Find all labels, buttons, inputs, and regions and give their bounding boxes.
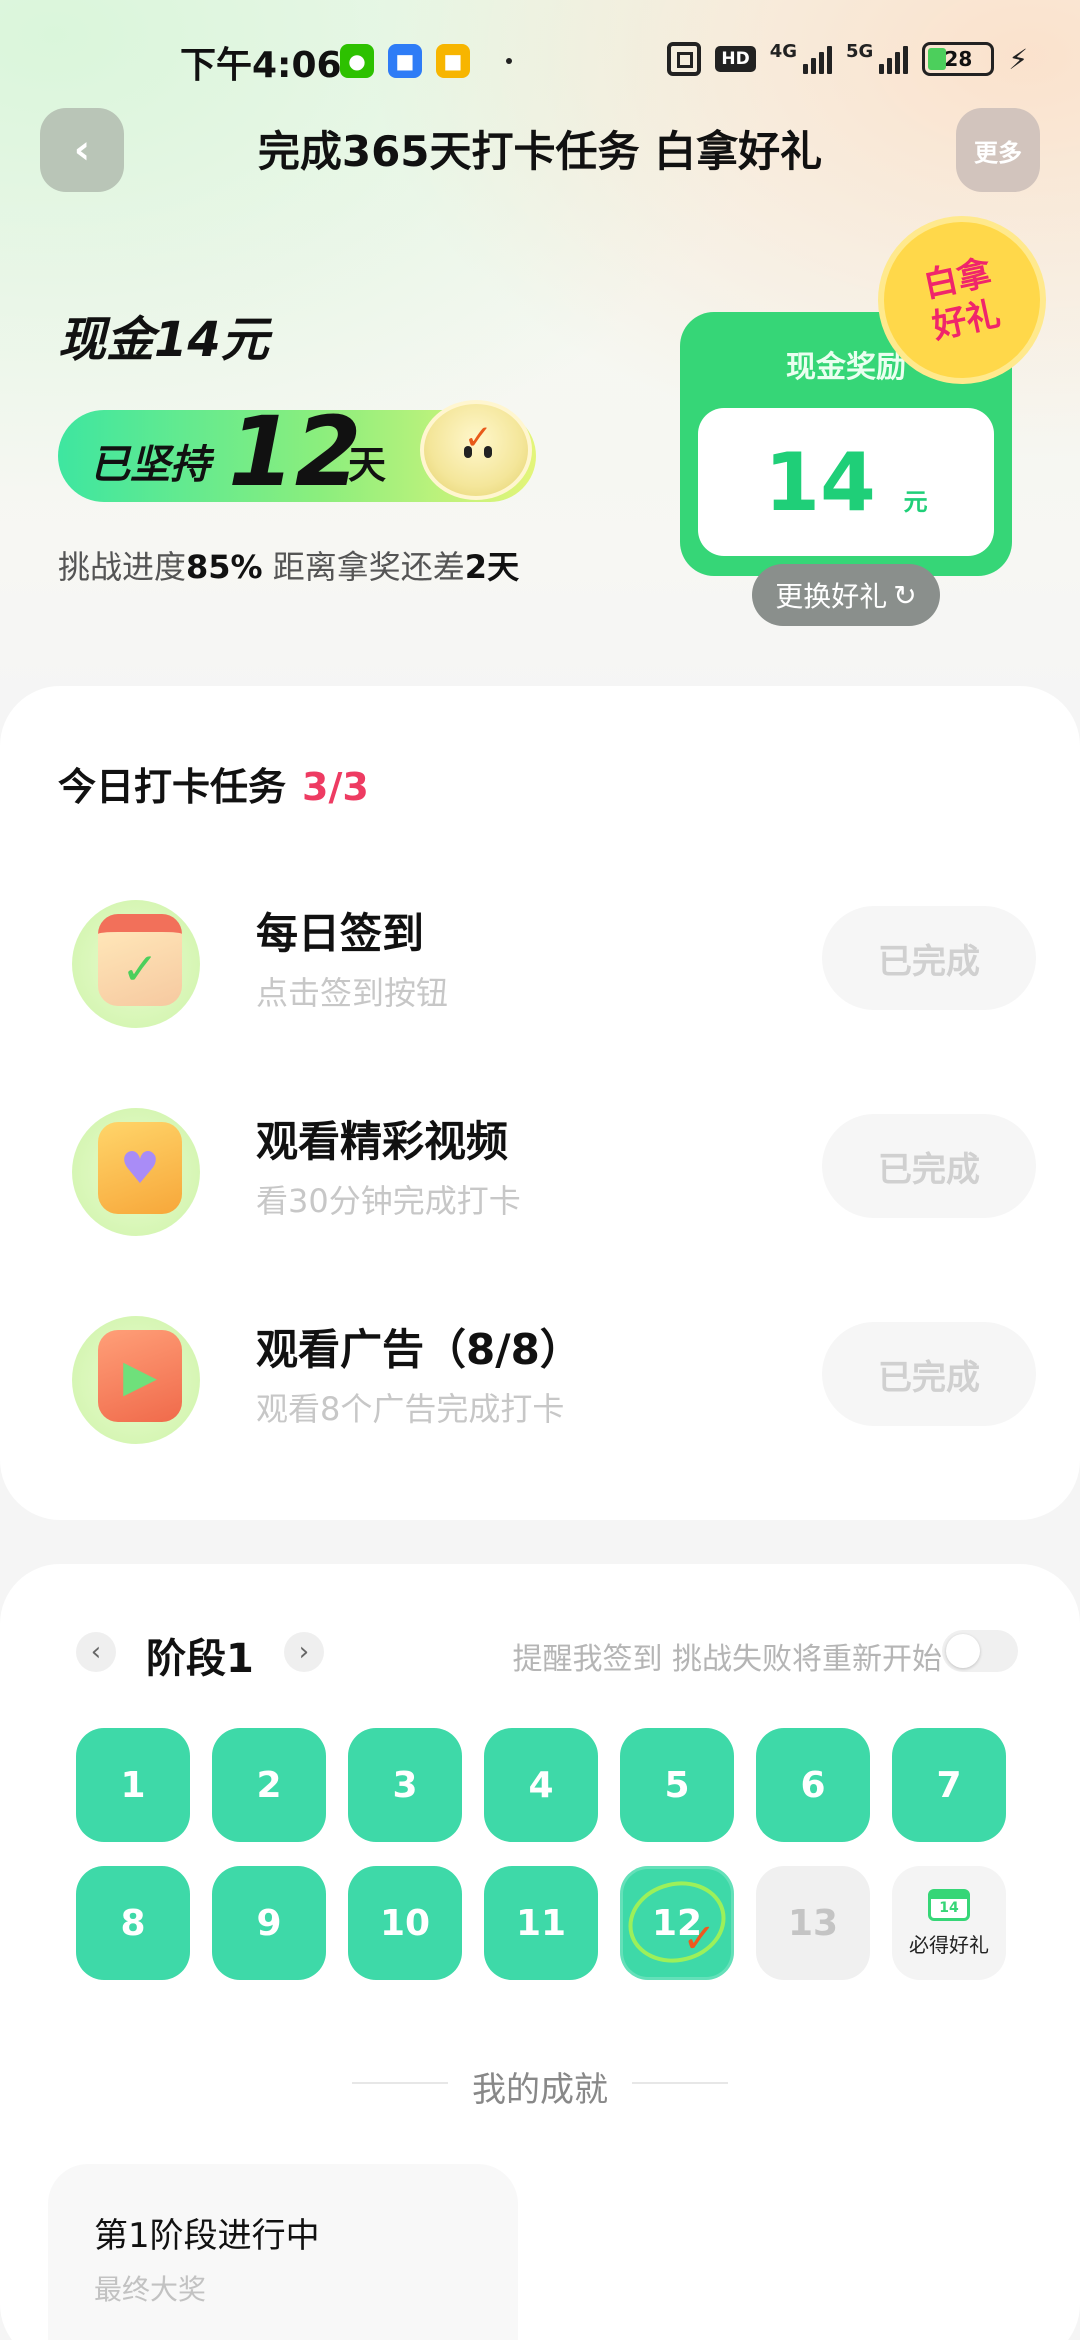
task-row-checkin: ✓ 每日签到 点击签到按钮 已完成 — [0, 886, 1080, 1046]
page-title: 完成365天打卡任务 白拿好礼 — [257, 127, 823, 176]
cash-title: 现金14元 — [58, 312, 269, 368]
achievement-name: 第1阶段进行中 — [94, 2216, 320, 2256]
day-cell[interactable]: 8 — [76, 1866, 190, 1980]
day-cell[interactable]: 1 — [76, 1728, 190, 1842]
task-title: 观看精彩视频 — [256, 1117, 509, 1166]
more-button[interactable]: 更多 — [956, 108, 1040, 192]
day-cell[interactable]: 5 — [620, 1728, 734, 1842]
reward-value: 14 元 — [698, 436, 994, 529]
day-cell-today[interactable]: 12 ✓ — [619, 1866, 735, 1980]
day-cell[interactable]: 3 — [348, 1728, 462, 1842]
streak-unit: 天 — [348, 443, 387, 487]
play-icon: ▶ — [98, 1330, 182, 1422]
day-cell[interactable]: 6 — [756, 1728, 870, 1842]
toggle-knob — [946, 1634, 980, 1668]
stage-name: 阶段1 — [146, 1636, 254, 1682]
task-row-ad: ▶ 观看广告（8/8） 观看8个广告完成打卡 已完成 — [0, 1302, 1080, 1462]
notification-icons: ● ■ ■ — [340, 44, 512, 78]
progress-prefix: 挑战进度 — [58, 548, 187, 586]
day-cell[interactable]: 11 — [484, 1866, 598, 1980]
charging-icon: ⚡ — [1008, 42, 1028, 76]
achievement-subtitle: 最终大奖 — [94, 2273, 207, 2306]
reward-inner: 14 元 — [698, 408, 994, 556]
stage-prev-button[interactable]: ‹ — [76, 1632, 116, 1672]
checkin-page: 下午4:06 ● ■ ■ HD 4G 5G 28 ⚡ ‹ 完成365天打卡任务 … — [0, 0, 1080, 2340]
day-cell-gift[interactable]: 14 必得好礼 — [892, 1866, 1006, 1980]
app-blue-icon: ■ — [388, 44, 422, 78]
task-title: 观看广告（8/8） — [256, 1325, 582, 1374]
status-right: HD 4G 5G 28 ⚡ — [667, 40, 1028, 76]
day-grid: 1 2 3 4 5 6 7 8 9 10 11 12 ✓ 13 14 必得好礼 — [76, 1728, 1006, 1980]
swap-gift-label: 更换好礼 — [775, 580, 888, 613]
video-heart-icon: ♥ — [98, 1122, 182, 1214]
stage-next-button[interactable]: › — [284, 1632, 324, 1672]
divider-right — [632, 2082, 728, 2084]
reward-amount: 14 — [764, 436, 876, 529]
ad-icon: ▶ — [72, 1316, 200, 1444]
day-cell[interactable]: 9 — [212, 1866, 326, 1980]
tasks-header: 今日打卡任务 3/3 — [58, 756, 369, 811]
task-subtitle: 观看8个广告完成打卡 — [256, 1390, 565, 1428]
tasks-count: 3/3 — [302, 765, 369, 809]
day-cell[interactable]: 4 — [484, 1728, 598, 1842]
refresh-icon: ↻ — [893, 578, 917, 612]
task-row-video: ♥ 观看精彩视频 看30分钟完成打卡 已完成 — [0, 1094, 1080, 1254]
battery-level: 28 — [944, 47, 973, 71]
network-4g-label: 4G — [769, 40, 798, 62]
chevron-left-icon: ‹ — [90, 1637, 102, 1667]
remind-text: 提醒我签到 挑战失败将重新开始 — [512, 1642, 942, 1677]
more-notifications-dot — [506, 58, 512, 64]
gift-date: 14 — [939, 1900, 959, 1916]
calendar-icon: ✓ — [72, 900, 200, 1028]
mascot-eye-left — [464, 446, 472, 458]
screen-mirror-icon — [667, 42, 702, 76]
day-cell[interactable]: 10 — [348, 1866, 462, 1980]
tasks-card: 今日打卡任务 3/3 ✓ 每日签到 点击签到按钮 已完成 ♥ 观看精彩视频 看30… — [0, 686, 1080, 1520]
streak-prefix: 已坚持 — [90, 442, 210, 488]
network-5g-label: 5G — [846, 40, 874, 62]
calendar-gift-icon: 14 — [928, 1888, 970, 1921]
task-done-button[interactable]: 已完成 — [822, 1114, 1036, 1218]
gift-label: 必得好礼 — [909, 1932, 989, 1957]
signal-icon-2 — [879, 44, 909, 74]
task-subtitle: 看30分钟完成打卡 — [256, 1182, 521, 1220]
mascot-icon: ✓ — [420, 400, 532, 500]
reward-unit: 元 — [903, 488, 928, 516]
status-bar: 下午4:06 ● ■ ■ HD 4G 5G 28 ⚡ — [0, 30, 1080, 94]
task-title: 每日签到 — [256, 909, 425, 958]
day-cell[interactable]: 7 — [892, 1728, 1006, 1842]
progress-mid: 距离拿奖还差 — [262, 548, 465, 586]
status-time: 下午4:06 — [180, 45, 342, 86]
streak-days: 12 — [228, 396, 362, 508]
task-done-button[interactable]: 已完成 — [822, 906, 1036, 1010]
stage-card: ‹ 阶段1 › 提醒我签到 挑战失败将重新开始 1 2 3 4 5 6 7 8 … — [0, 1564, 1080, 2340]
calendar-check-icon: ✓ — [98, 914, 182, 1006]
task-subtitle: 点击签到按钮 — [256, 974, 449, 1012]
mascot-eye-right — [484, 446, 492, 458]
remind-toggle[interactable] — [942, 1630, 1018, 1672]
signal-icon — [803, 44, 833, 74]
hd-badge: HD — [715, 46, 756, 72]
wechat-icon: ● — [340, 44, 374, 78]
check-icon: ✓ — [682, 1916, 716, 1962]
tasks-title: 今日打卡任务 — [58, 765, 287, 809]
progress-text: 挑战进度85% 距离拿奖还差2天 — [58, 542, 519, 588]
day-cell-future[interactable]: 13 — [756, 1866, 870, 1980]
app-yellow-icon: ■ — [436, 44, 470, 78]
video-icon: ♥ — [72, 1108, 200, 1236]
achievement-card[interactable]: 第1阶段进行中 最终大奖 — [48, 2164, 518, 2340]
chevron-right-icon: › — [298, 1637, 310, 1667]
progress-percent: 85% — [186, 548, 263, 586]
achievement-title: 我的成就 — [472, 2070, 608, 2110]
battery-icon: 28 — [922, 42, 995, 76]
task-done-button[interactable]: 已完成 — [822, 1322, 1036, 1426]
streak-pill: 已坚持 12 天 ✓ — [58, 396, 536, 508]
today-ring — [619, 1871, 735, 1973]
days-left: 2天 — [464, 548, 520, 586]
day-cell[interactable]: 2 — [212, 1728, 326, 1842]
swap-gift-button[interactable]: 更换好礼 ↻ — [752, 564, 940, 626]
